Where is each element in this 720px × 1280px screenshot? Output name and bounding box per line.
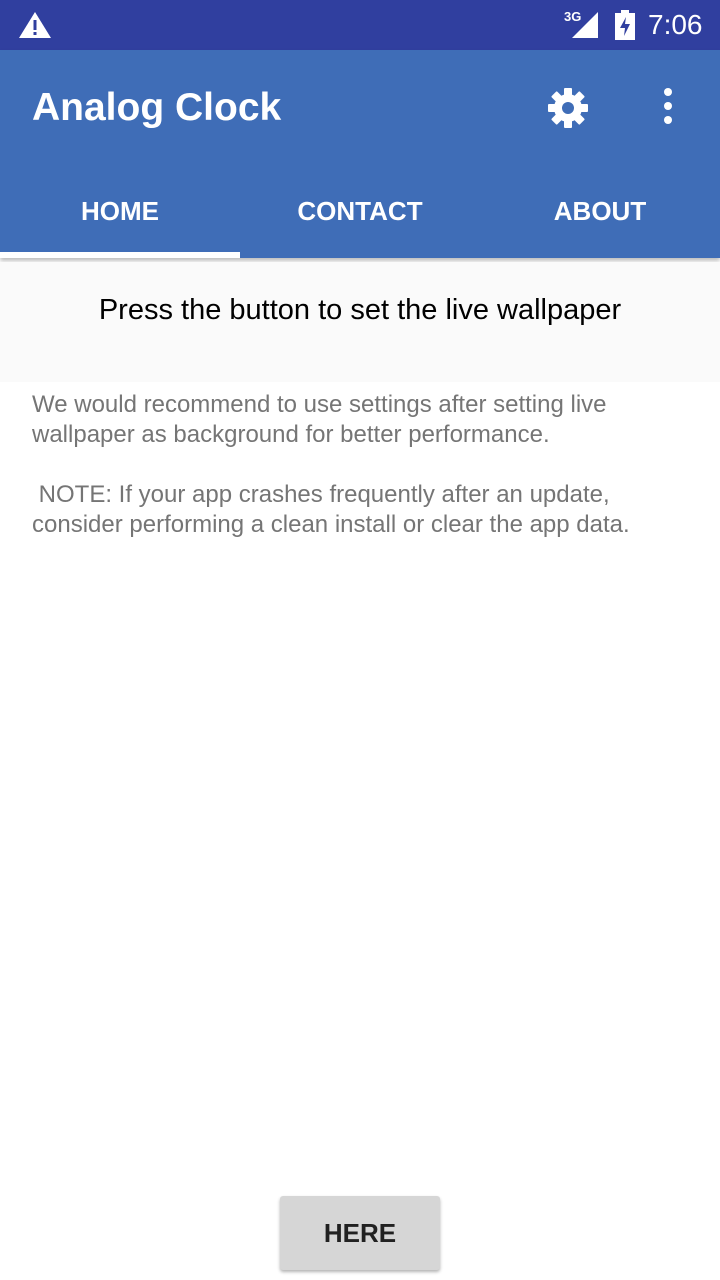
settings-button[interactable] bbox=[540, 80, 596, 136]
info-text: We would recommend to use settings after… bbox=[32, 390, 692, 570]
tab-contact[interactable]: CONTACT bbox=[240, 180, 480, 258]
tab-about[interactable]: ABOUT bbox=[480, 180, 720, 258]
headline-area: Press the button to set the live wallpap… bbox=[0, 262, 720, 382]
set-wallpaper-button[interactable]: HERE bbox=[280, 1196, 440, 1270]
recommendation-text: We would recommend to use settings after… bbox=[32, 391, 607, 448]
app-title: Analog Clock bbox=[32, 86, 282, 129]
app-bar: Analog Clock HOME CONTACT ABOUT bbox=[0, 50, 720, 258]
gear-icon bbox=[548, 88, 588, 128]
note-text: NOTE: If your app crashes frequently aft… bbox=[32, 481, 630, 538]
page-headline: Press the button to set the live wallpap… bbox=[98, 294, 622, 326]
status-bar: 3G 7:06 bbox=[0, 0, 720, 50]
battery-charging-icon bbox=[615, 10, 635, 40]
more-vertical-icon bbox=[664, 88, 672, 124]
warning-icon bbox=[19, 12, 51, 38]
selected-tab-indicator bbox=[0, 252, 240, 258]
more-options-button[interactable] bbox=[648, 80, 688, 136]
tab-home[interactable]: HOME bbox=[0, 180, 240, 258]
status-time: 7:06 bbox=[648, 9, 703, 40]
signal-icon bbox=[572, 12, 598, 38]
